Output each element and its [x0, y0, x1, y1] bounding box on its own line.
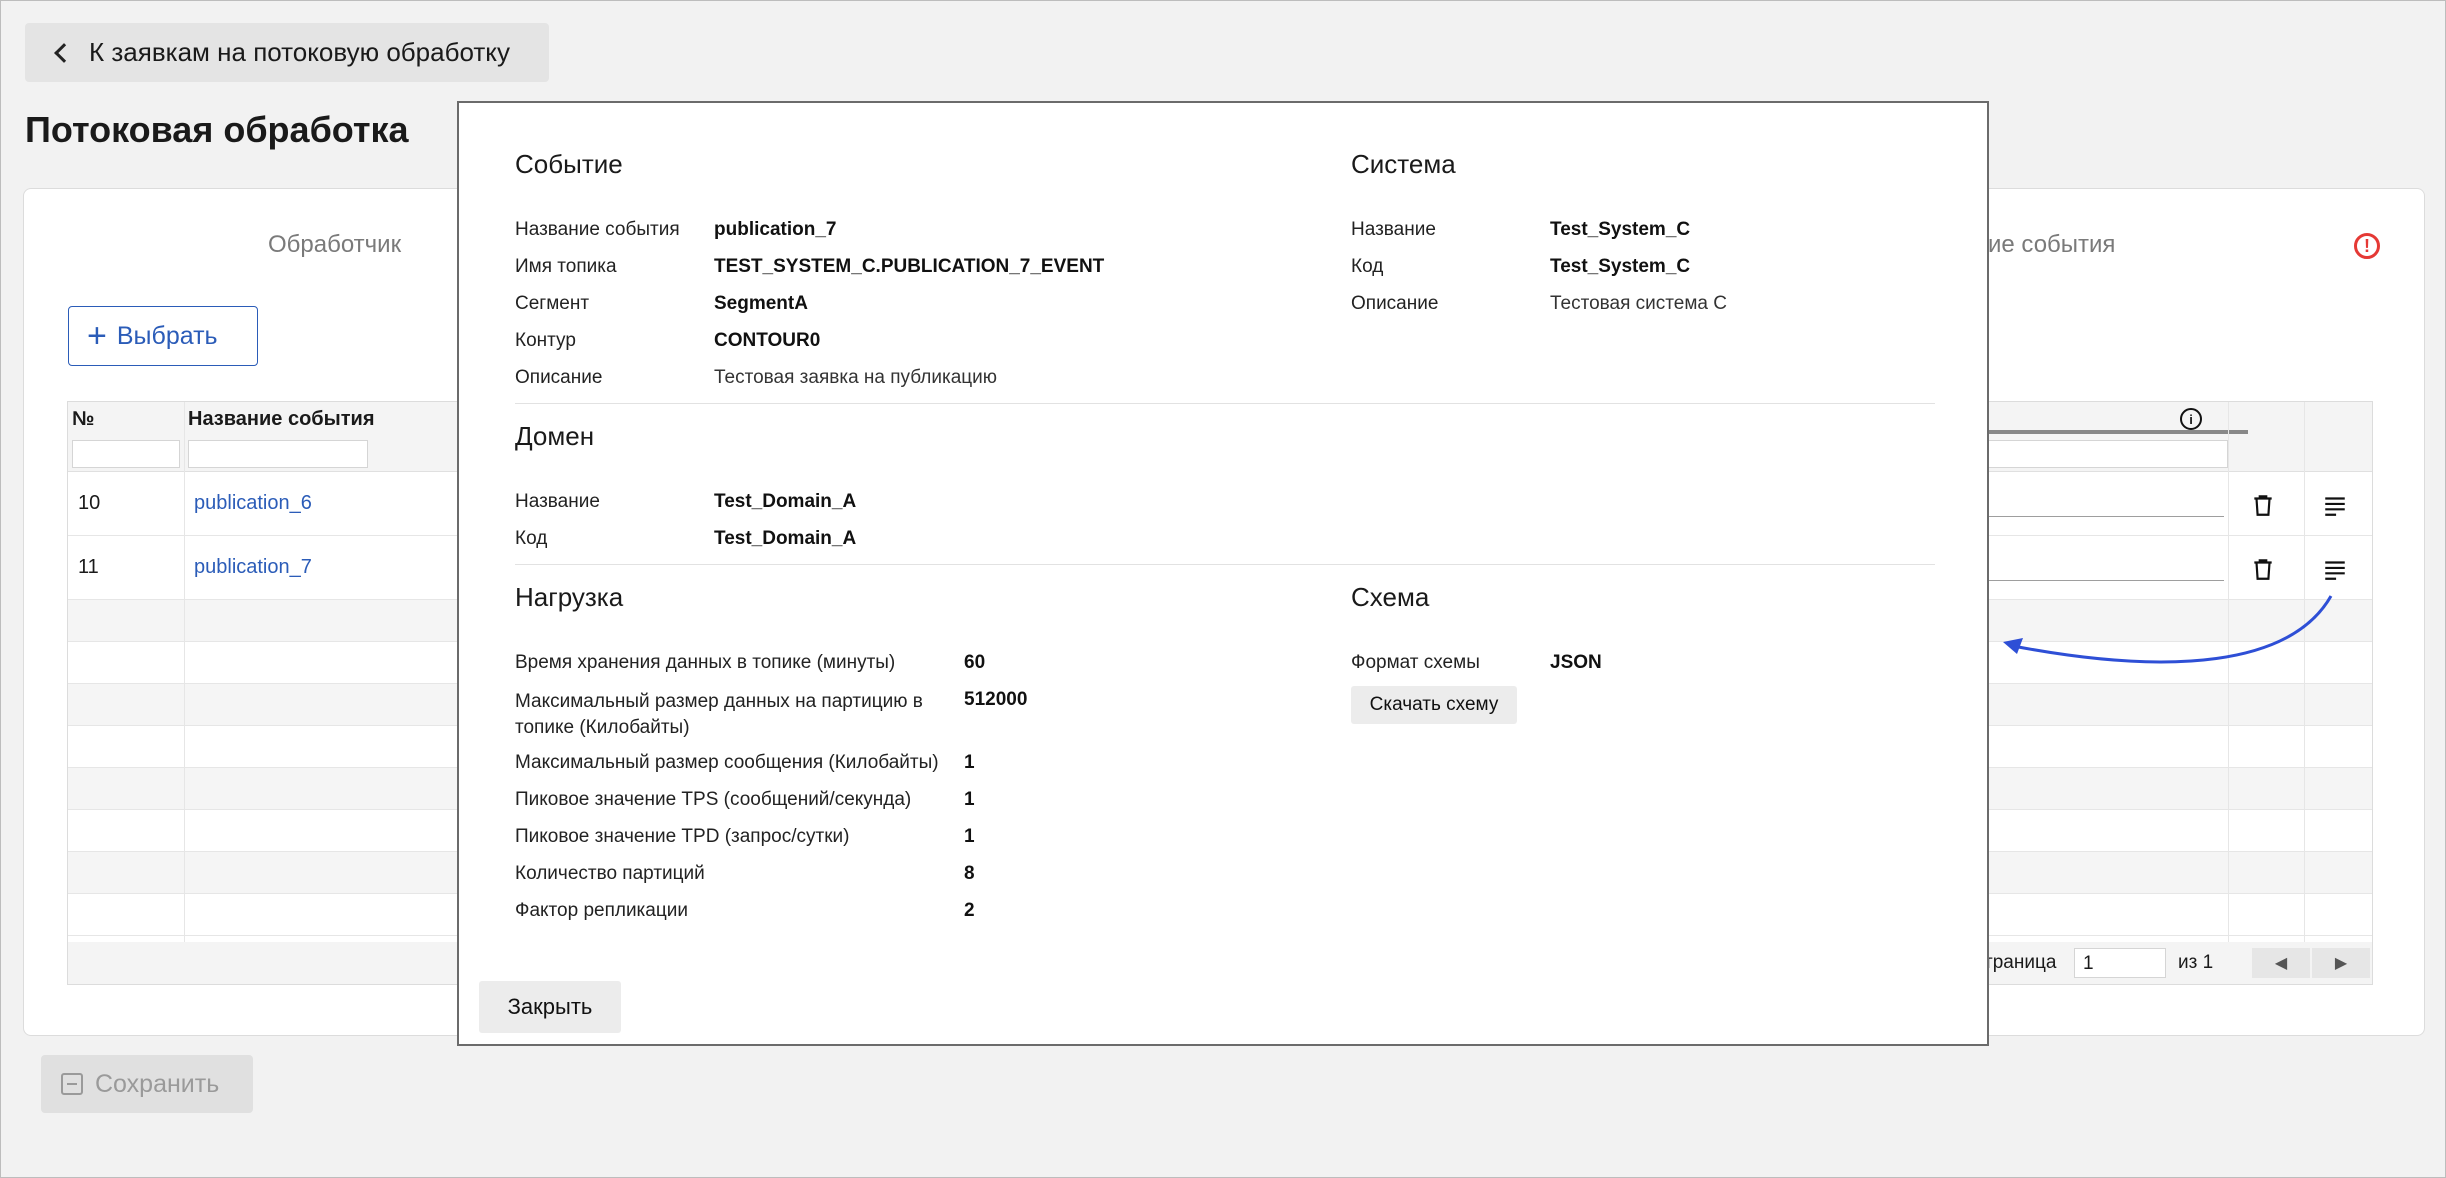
- column-event-name[interactable]: Название события: [188, 408, 375, 431]
- retention-label: Время хранения данных в топике (минуты): [515, 652, 896, 673]
- back-button-label: К заявкам на потоковую обработку: [89, 37, 510, 67]
- segment-label: Сегмент: [515, 293, 590, 314]
- max-message-size-value: 1: [964, 752, 975, 773]
- info-icon[interactable]: i: [2180, 408, 2202, 430]
- event-name-label: Название события: [515, 219, 680, 240]
- prev-page-button[interactable]: ◀: [2252, 948, 2310, 978]
- domain-code-value: Test_Domain_A: [714, 528, 857, 549]
- column-divider: [184, 402, 185, 984]
- system-code-value: Test_System_C: [1550, 256, 1691, 277]
- contour-label: Контур: [515, 330, 576, 351]
- partitions-value: 8: [964, 863, 975, 884]
- system-description-value: Тестовая система С: [1550, 293, 1727, 314]
- column-num: №: [72, 408, 95, 430]
- filter-num-input[interactable]: [72, 440, 180, 468]
- domain-section-title: Домен: [515, 421, 595, 451]
- page-label: траница: [1984, 952, 2057, 973]
- topic-name-value: TEST_SYSTEM_C.PUBLICATION_7_EVENT: [714, 256, 1105, 277]
- event-details-modal: Событие Название события publication_7 И…: [457, 101, 1989, 1046]
- event-link[interactable]: publication_7: [194, 556, 312, 579]
- plus-icon: +: [87, 317, 107, 355]
- row-num: 10: [78, 492, 101, 514]
- select-button-label: Выбрать: [116, 321, 218, 350]
- column-divider: [2228, 402, 2229, 984]
- max-partition-size-label: Максимальный размер данных на партицию в…: [515, 691, 923, 738]
- schema-format-value: JSON: [1550, 652, 1602, 673]
- annotation-arrow-icon: [2003, 595, 2333, 664]
- page-title: Потоковая обработка: [25, 109, 409, 150]
- page-total-label: из 1: [2178, 952, 2214, 973]
- max-message-size-label: Максимальный размер сообщения (Килобайты…: [515, 752, 939, 773]
- page-number-input[interactable]: 1: [2074, 948, 2166, 978]
- peak-tpd-label: Пиковое значение TPD (запрос/сутки): [515, 826, 850, 847]
- row-num: 11: [78, 556, 99, 578]
- system-code-label: Код: [1351, 256, 1384, 277]
- domain-code-label: Код: [515, 528, 548, 549]
- event-description-value: Тестовая заявка на публикацию: [714, 367, 998, 388]
- save-button-label: Сохранить: [95, 1069, 220, 1098]
- save-icon: [61, 1073, 83, 1095]
- column-resize-bar[interactable]: [1988, 430, 2248, 434]
- download-schema-button[interactable]: Скачать схему: [1351, 686, 1517, 724]
- details-icon[interactable]: [2322, 556, 2348, 582]
- tab-handler[interactable]: Обработчик: [268, 231, 401, 259]
- event-name-value: publication_7: [714, 219, 837, 240]
- alert-icon: !: [2354, 233, 2380, 259]
- filter-event-name-input[interactable]: [188, 440, 368, 468]
- peak-tps-label: Пиковое значение TPS (сообщений/секунда): [515, 789, 912, 810]
- contour-value: CONTOUR0: [714, 330, 821, 351]
- trash-icon[interactable]: [2250, 556, 2276, 582]
- section-divider: [515, 403, 1935, 404]
- tab-events[interactable]: ие события: [1988, 231, 2115, 259]
- system-section-title: Система: [1351, 149, 1456, 179]
- column-divider: [2304, 402, 2305, 984]
- segment-value: SegmentA: [714, 293, 808, 314]
- event-link[interactable]: publication_6: [194, 492, 312, 515]
- event-section-title: Событие: [515, 149, 623, 179]
- topic-name-label: Имя топика: [515, 256, 617, 277]
- peak-tpd-value: 1: [964, 826, 975, 847]
- chevron-left-icon: [54, 42, 74, 63]
- load-section-title: Нагрузка: [515, 582, 624, 612]
- system-name-label: Название: [1351, 219, 1436, 240]
- system-name-value: Test_System_C: [1550, 219, 1691, 240]
- details-icon[interactable]: [2322, 492, 2348, 518]
- max-partition-size-value: 512000: [964, 689, 1028, 710]
- trash-icon[interactable]: [2250, 492, 2276, 518]
- domain-name-value: Test_Domain_A: [714, 491, 857, 512]
- replication-factor-value: 2: [964, 900, 975, 921]
- event-description-label: Описание: [515, 367, 603, 388]
- system-description-label: Описание: [1351, 293, 1439, 314]
- partitions-label: Количество партиций: [515, 863, 705, 884]
- domain-name-label: Название: [515, 491, 600, 512]
- replication-factor-label: Фактор репликации: [515, 900, 688, 921]
- save-button[interactable]: Сохранить: [41, 1055, 253, 1113]
- close-button[interactable]: Закрыть: [479, 981, 621, 1033]
- select-button[interactable]: + Выбрать: [68, 306, 258, 366]
- next-page-button[interactable]: ▶: [2312, 948, 2370, 978]
- section-divider: [515, 564, 1935, 565]
- filter-extra-input[interactable]: [1988, 440, 2228, 468]
- row-input[interactable]: [1988, 580, 2224, 581]
- row-input[interactable]: [1988, 516, 2224, 517]
- retention-value: 60: [964, 652, 986, 673]
- schema-section-title: Схема: [1351, 582, 1430, 612]
- schema-format-label: Формат схемы: [1351, 652, 1480, 673]
- peak-tps-value: 1: [964, 789, 975, 810]
- back-to-requests-button[interactable]: К заявкам на потоковую обработку: [25, 23, 549, 82]
